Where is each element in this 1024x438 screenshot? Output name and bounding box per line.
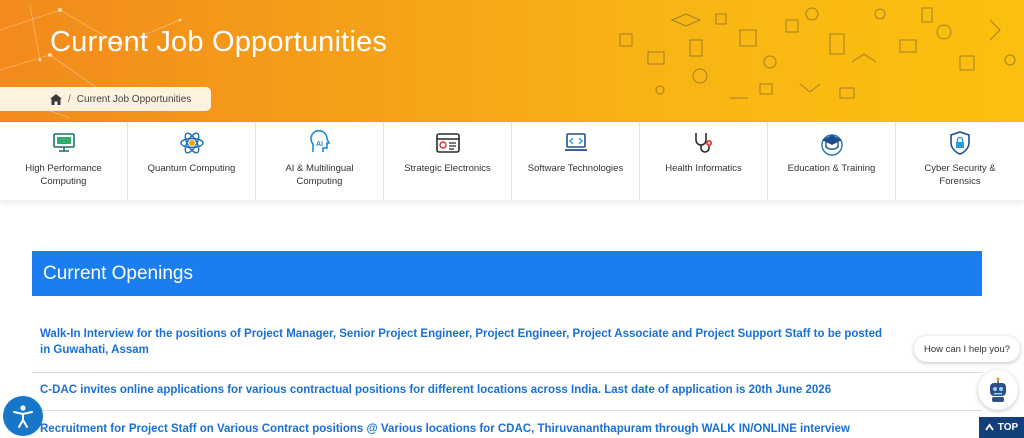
job-link[interactable]: C-DAC invites online applications for va… xyxy=(32,382,982,398)
ai-head-icon: AI xyxy=(309,130,330,152)
hero-banner: Current Job Opportunities / Current Job … xyxy=(0,0,1024,122)
category-label: Education & Training xyxy=(787,163,876,174)
category-quantum[interactable]: Quantum Computing xyxy=(128,122,256,200)
hpc-monitor-icon xyxy=(52,133,75,152)
chevron-up-icon xyxy=(985,423,994,431)
robot-icon xyxy=(990,377,1006,402)
category-label: Strategic Electronics xyxy=(404,163,491,174)
job-link[interactable]: Walk-In Interview for the positions of P… xyxy=(32,326,982,358)
breadcrumb: / Current Job Opportunities xyxy=(0,87,211,111)
category-bar: High Performance Computing Quantum Compu… xyxy=(0,122,1024,200)
list-item: Recruitment for Project Staff on Various… xyxy=(32,417,982,438)
job-link[interactable]: Recruitment for Project Staff on Various… xyxy=(32,421,982,437)
home-icon[interactable] xyxy=(50,93,62,105)
list-item: Walk-In Interview for the positions of P… xyxy=(32,326,982,373)
category-label: Health Informatics xyxy=(665,163,742,174)
category-education[interactable]: Education & Training xyxy=(768,122,896,200)
accessibility-button[interactable] xyxy=(3,396,43,436)
openings-title: Current Openings xyxy=(43,262,193,284)
category-ai[interactable]: AI AI & Multilingual Computing xyxy=(256,122,384,200)
chatbot-button[interactable] xyxy=(978,370,1018,410)
chat-prompt-bubble[interactable]: How can I help you? xyxy=(914,336,1020,362)
back-to-top-button[interactable]: TOP xyxy=(979,417,1024,438)
graduation-cap-icon xyxy=(820,134,843,156)
breadcrumb-current: Current Job Opportunities xyxy=(76,93,192,105)
page: Current Job Opportunities / Current Job … xyxy=(0,0,1024,438)
code-laptop-icon xyxy=(564,133,587,151)
category-electronics[interactable]: Strategic Electronics xyxy=(384,122,512,200)
category-label: Software Technologies xyxy=(527,163,624,174)
stethoscope-icon xyxy=(694,133,712,153)
electronics-panel-icon xyxy=(435,133,460,153)
list-item: C-DAC invites online applications for va… xyxy=(32,374,982,411)
atom-icon xyxy=(179,132,204,154)
page-title: Current Job Opportunities xyxy=(50,26,388,58)
breadcrumb-separator: / xyxy=(68,93,71,105)
svg-text:AI: AI xyxy=(316,141,323,148)
category-label: High Performance Computing xyxy=(25,163,102,187)
category-software[interactable]: Software Technologies xyxy=(512,122,640,200)
back-to-top-label: TOP xyxy=(997,422,1019,433)
category-hpc[interactable]: High Performance Computing xyxy=(0,122,128,200)
category-label: Quantum Computing xyxy=(147,163,236,174)
category-health[interactable]: Health Informatics xyxy=(640,122,768,200)
accessibility-icon xyxy=(13,405,33,428)
openings-header: Current Openings xyxy=(32,251,982,296)
category-label: Cyber Security & Forensics xyxy=(924,163,996,187)
category-label: AI & Multilingual Computing xyxy=(285,163,354,187)
shield-lock-icon xyxy=(950,131,970,155)
category-cyber[interactable]: Cyber Security & Forensics xyxy=(896,122,1024,200)
